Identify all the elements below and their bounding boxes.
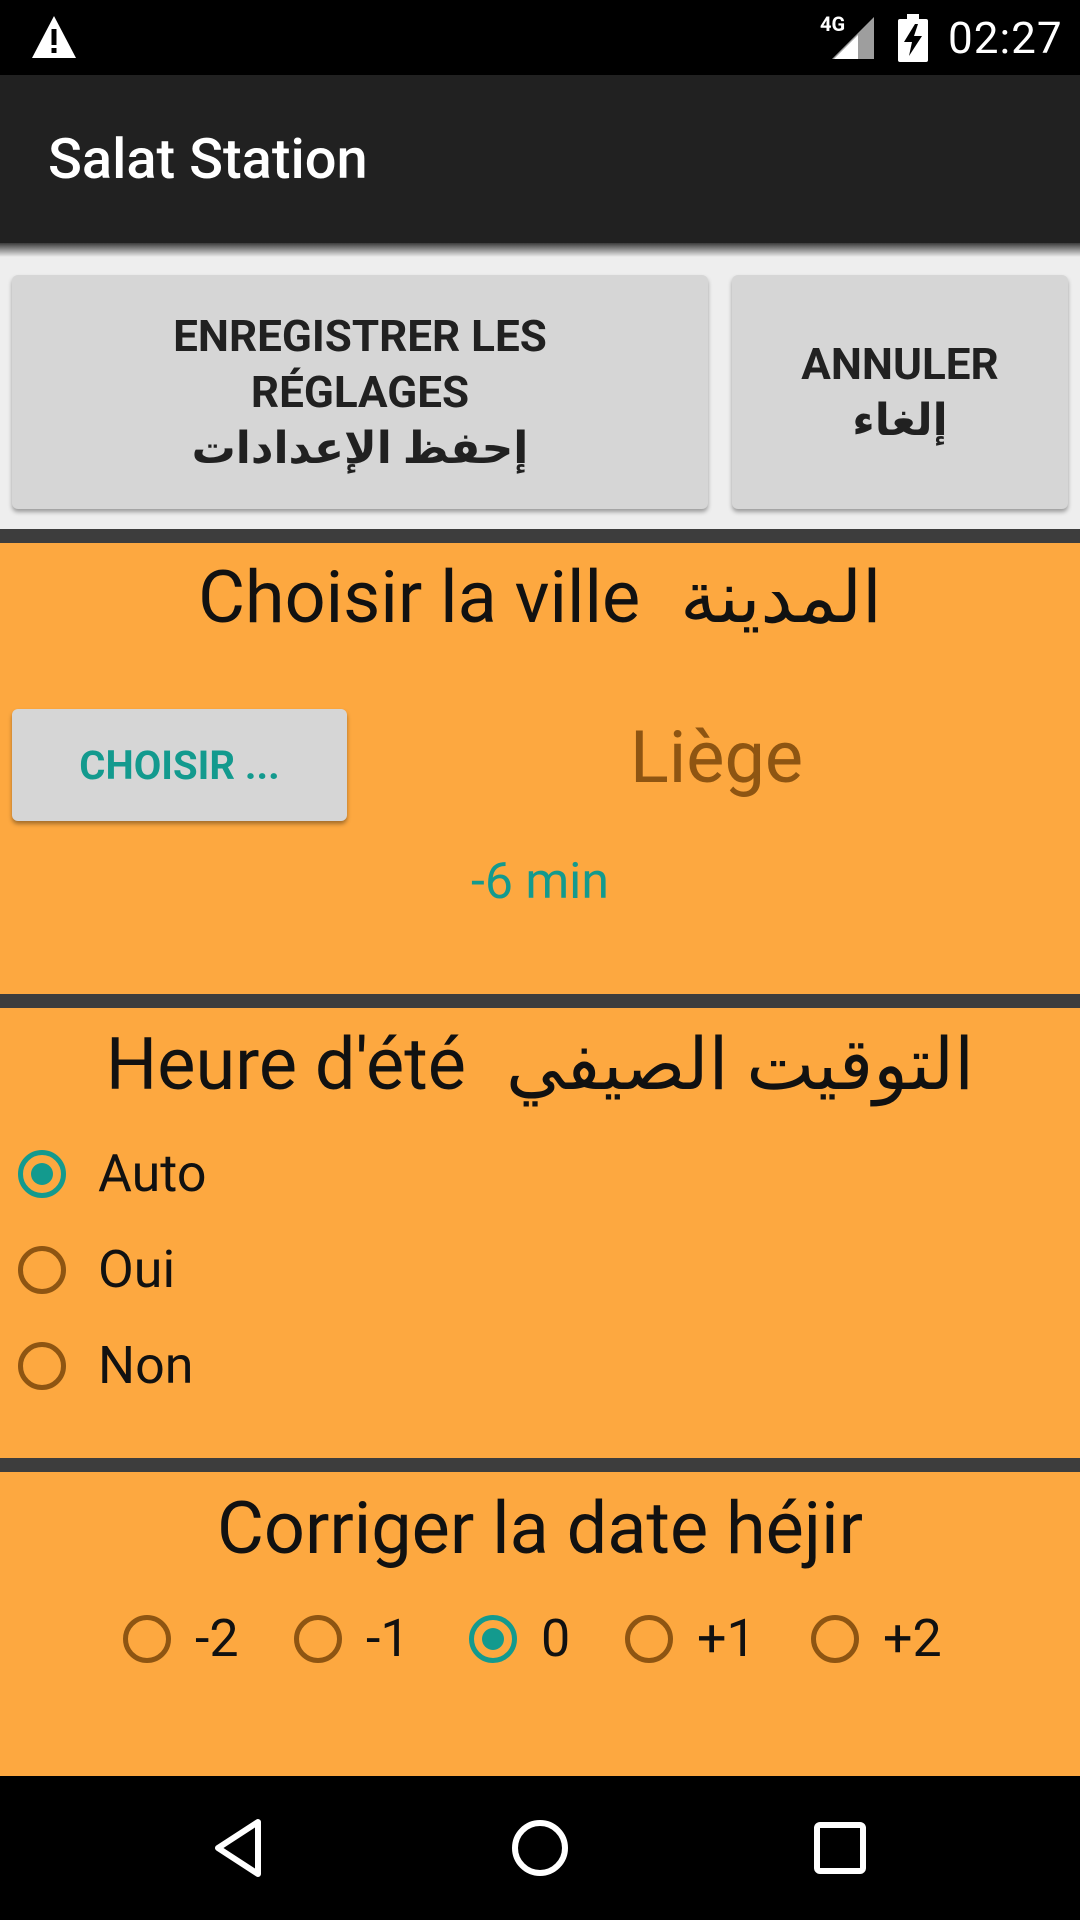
dst-radio-oui[interactable]: Oui (18, 1239, 175, 1300)
city-section-title: Choisir la ville المدينة (0, 555, 1080, 640)
dst-option-label: Auto (98, 1143, 207, 1204)
hijri-option-label: 0 (541, 1608, 571, 1669)
selected-city: Liège (630, 715, 804, 800)
dst-option-label: Non (98, 1335, 194, 1396)
dst-radio-non[interactable]: Non (18, 1335, 193, 1396)
app-title: Salat Station (48, 126, 368, 192)
radio-unchecked-icon (18, 1245, 66, 1294)
cancel-button[interactable]: ANNULER إلغاء (732, 275, 1068, 509)
dst-title-fr: Heure d'été (105, 1022, 466, 1107)
hijri-section: Corriger la date héjir -2 -1 0 +1 +2 (0, 1472, 1080, 1776)
hijri-option-label: +1 (697, 1608, 756, 1669)
hijri-option-label: -1 (366, 1608, 410, 1669)
network-type: 4G (820, 12, 846, 36)
hijri-radio-plus1[interactable]: +1 (625, 1608, 756, 1669)
hijri-radio-minus1[interactable]: -1 (294, 1608, 410, 1669)
dst-radio-auto[interactable]: Auto (18, 1143, 206, 1204)
dst-title-ar: التوقيت الصيفي (505, 1022, 975, 1107)
city-title-fr: Choisir la ville (198, 555, 641, 640)
time-offset: -6 min (471, 853, 609, 911)
cancel-label-ar: إلغاء (852, 394, 948, 446)
city-title-ar: المدينة (680, 555, 882, 640)
hijri-radio-minus2[interactable]: -2 (123, 1608, 239, 1669)
home-icon[interactable] (508, 1816, 572, 1880)
dst-section-title: Heure d'été التوقيت الصيفي (0, 1022, 1080, 1107)
hijri-option-label: +2 (883, 1608, 942, 1669)
recents-icon[interactable] (808, 1816, 872, 1880)
save-label-ar: إحفظ الإعدادات (191, 422, 529, 474)
app-bar-shadow (0, 243, 1080, 257)
save-settings-button[interactable]: ENREGISTRER LES RÉGLAGES إحفظ الإعدادات (12, 275, 708, 509)
radio-unchecked-icon (18, 1341, 66, 1390)
warning-icon (32, 16, 76, 58)
navigation-bar (0, 1776, 1080, 1920)
radio-unchecked-icon (123, 1614, 171, 1663)
app-bar: Salat Station (0, 75, 1080, 243)
radio-checked-icon (18, 1149, 66, 1198)
status-bar: 4G 02:27 (0, 0, 1080, 75)
separator (0, 1458, 1080, 1472)
radio-checked-icon (469, 1614, 517, 1663)
save-label-fr: ENREGISTRER LES RÉGLAGES (173, 310, 547, 418)
radio-unchecked-icon (625, 1614, 673, 1663)
cancel-label-fr: ANNULER (801, 338, 999, 390)
hijri-option-label: -2 (195, 1608, 239, 1669)
radio-unchecked-icon (811, 1614, 859, 1663)
hijri-radio-plus2[interactable]: +2 (811, 1608, 942, 1669)
clock: 02:27 (948, 12, 1063, 64)
radio-unchecked-icon (294, 1614, 342, 1663)
back-icon[interactable] (208, 1816, 272, 1880)
separator (0, 529, 1080, 543)
separator (0, 994, 1080, 1008)
choose-city-button[interactable]: CHOISIR ... (12, 709, 347, 821)
dst-section: Heure d'été التوقيت الصيفي Auto Oui Non (0, 1008, 1080, 1458)
dst-option-label: Oui (98, 1239, 176, 1300)
battery-charging-icon (898, 14, 928, 62)
city-section: Choisir la ville المدينة CHOISIR ... Lièg… (0, 543, 1080, 994)
hijri-radio-zero[interactable]: 0 (469, 1608, 570, 1669)
hijri-section-title: Corriger la date héjir (217, 1486, 863, 1571)
